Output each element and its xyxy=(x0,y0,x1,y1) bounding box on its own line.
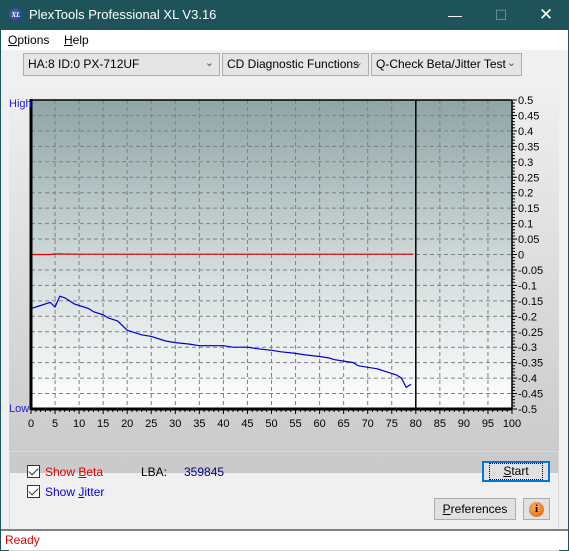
info-button[interactable]: i xyxy=(523,498,550,520)
client-area: Options Help HA:8 ID:0 PX-712UF ⌄ CD Dia… xyxy=(1,30,568,551)
x-tick-label: 0 xyxy=(28,418,34,430)
y-tick-label: -0.5 xyxy=(518,404,537,416)
y-tick-label: -0.1 xyxy=(518,280,537,292)
app-window: XL PlexTools Professional XL V3.16 — ☐ ✕… xyxy=(0,0,569,551)
x-tick-label: 60 xyxy=(313,418,325,430)
y-tick-label: 0.15 xyxy=(518,203,539,215)
x-tick-label: 40 xyxy=(217,418,229,430)
x-tick-label: 25 xyxy=(145,418,157,430)
y-tick-label: 0.3 xyxy=(518,157,533,169)
x-tick-label: 10 xyxy=(73,418,85,430)
x-tick-label: 20 xyxy=(121,418,133,430)
series-line-beta xyxy=(31,253,414,256)
x-tick-label: 85 xyxy=(434,418,446,430)
menu-bar: Options Help xyxy=(1,30,568,50)
show-beta-label[interactable]: Show Beta xyxy=(45,465,103,479)
x-tick-label: 55 xyxy=(289,418,301,430)
y-tick-label: -0.35 xyxy=(518,358,543,370)
y-tick-label: 0.5 xyxy=(518,95,533,107)
drive-select[interactable]: HA:8 ID:0 PX-712UF ⌄ xyxy=(23,53,220,76)
preferences-button[interactable]: Preferences xyxy=(434,498,516,520)
y-tick-label: -0.3 xyxy=(518,342,537,354)
start-button[interactable]: Start xyxy=(482,461,550,482)
drive-select-value: HA:8 ID:0 PX-712UF xyxy=(28,57,140,71)
x-tick-label: 65 xyxy=(338,418,350,430)
x-tick-label: 45 xyxy=(241,418,253,430)
window-title: PlexTools Professional XL V3.16 xyxy=(29,7,217,22)
status-bar: Ready xyxy=(1,529,568,550)
lba-label: LBA: xyxy=(141,465,168,479)
title-bar: XL PlexTools Professional XL V3.16 — ☐ ✕ xyxy=(0,0,569,30)
preferences-mnemonic: P xyxy=(442,502,451,516)
axis-label-low: Low xyxy=(9,403,29,415)
x-tick-label: 75 xyxy=(386,418,398,430)
y-tick-label: -0.2 xyxy=(518,311,537,323)
beta-jitter-chart: 0 5 10 15 20 25 30 35 40 45 50 55 60 65 70 75 80 85 90 95 10… xyxy=(9,95,543,430)
preferences-label: references xyxy=(450,502,508,516)
menu-options[interactable]: Options xyxy=(8,33,49,47)
y-tick-label: 0 xyxy=(518,250,524,262)
minimize-button[interactable]: — xyxy=(432,0,478,30)
x-tick-label: 5 xyxy=(52,418,58,430)
show-jitter-label[interactable]: Show Jitter xyxy=(45,485,104,499)
y-tick-label: -0.45 xyxy=(518,389,543,401)
show-jitter-text-rest: itter xyxy=(84,485,105,499)
show-beta-text: Show xyxy=(45,465,79,479)
show-jitter-text: Show xyxy=(45,485,79,499)
y-tick-label: -0.4 xyxy=(518,373,537,385)
x-tick-label: 50 xyxy=(265,418,277,430)
function-select-value: CD Diagnostic Functions xyxy=(227,57,360,71)
y-tick-label: 0.45 xyxy=(518,110,539,122)
chevron-down-icon: ⌄ xyxy=(353,57,363,69)
lba-value: 359845 xyxy=(184,465,225,479)
toolbar: HA:8 ID:0 PX-712UF ⌄ CD Diagnostic Funct… xyxy=(1,50,568,78)
y-tick-label: 0.4 xyxy=(518,126,533,138)
chart-panel: 0 5 10 15 20 25 30 35 40 45 50 55 60 65 70 75 80 85 90 95 10… xyxy=(9,88,559,473)
y-tick-label: -0.15 xyxy=(518,296,543,308)
y-tick-label: 0.2 xyxy=(518,188,533,200)
start-focus-rect: Start xyxy=(489,463,543,480)
menu-help[interactable]: Help xyxy=(64,33,89,47)
function-select[interactable]: CD Diagnostic Functions ⌄ xyxy=(222,53,369,76)
test-select[interactable]: Q-Check Beta/Jitter Test ⌄ xyxy=(371,53,522,76)
show-jitter-checkbox[interactable] xyxy=(27,485,40,498)
x-tick-label: 80 xyxy=(410,418,422,430)
x-tick-label: 100 xyxy=(503,418,521,430)
test-select-value: Q-Check Beta/Jitter Test xyxy=(376,57,506,71)
start-label: tart xyxy=(511,464,529,478)
axis-label-high: High xyxy=(9,98,32,110)
y-tick-label: 0.1 xyxy=(518,219,533,231)
info-icon: i xyxy=(529,502,544,517)
app-logo-icon: XL xyxy=(9,8,23,22)
chevron-down-icon: ⌄ xyxy=(506,57,516,69)
y-tick-label: 0.25 xyxy=(518,172,539,184)
show-beta-text-rest: eta xyxy=(86,465,104,479)
y-tick-label: -0.05 xyxy=(518,265,543,277)
show-beta-checkbox[interactable] xyxy=(27,465,40,478)
menu-help-mnemonic: H xyxy=(64,33,73,47)
maximize-button[interactable]: ☐ xyxy=(478,0,524,30)
x-tick-label: 70 xyxy=(362,418,374,430)
x-tick-label: 15 xyxy=(97,418,109,430)
y-tick-label: 0.35 xyxy=(518,141,539,153)
menu-help-label: elp xyxy=(72,33,89,47)
close-button[interactable]: ✕ xyxy=(523,0,569,30)
status-text: Ready xyxy=(5,533,40,547)
y-tick-label: -0.25 xyxy=(518,327,543,339)
x-tick-label: 95 xyxy=(482,418,494,430)
y-tick-label: 0.05 xyxy=(518,234,539,246)
x-tick-label: 30 xyxy=(169,418,181,430)
x-tick-label: 90 xyxy=(458,418,470,430)
x-tick-label: 35 xyxy=(193,418,205,430)
menu-options-mnemonic: O xyxy=(8,33,18,47)
menu-options-label: ptions xyxy=(17,33,50,47)
chevron-down-icon: ⌄ xyxy=(204,57,214,69)
